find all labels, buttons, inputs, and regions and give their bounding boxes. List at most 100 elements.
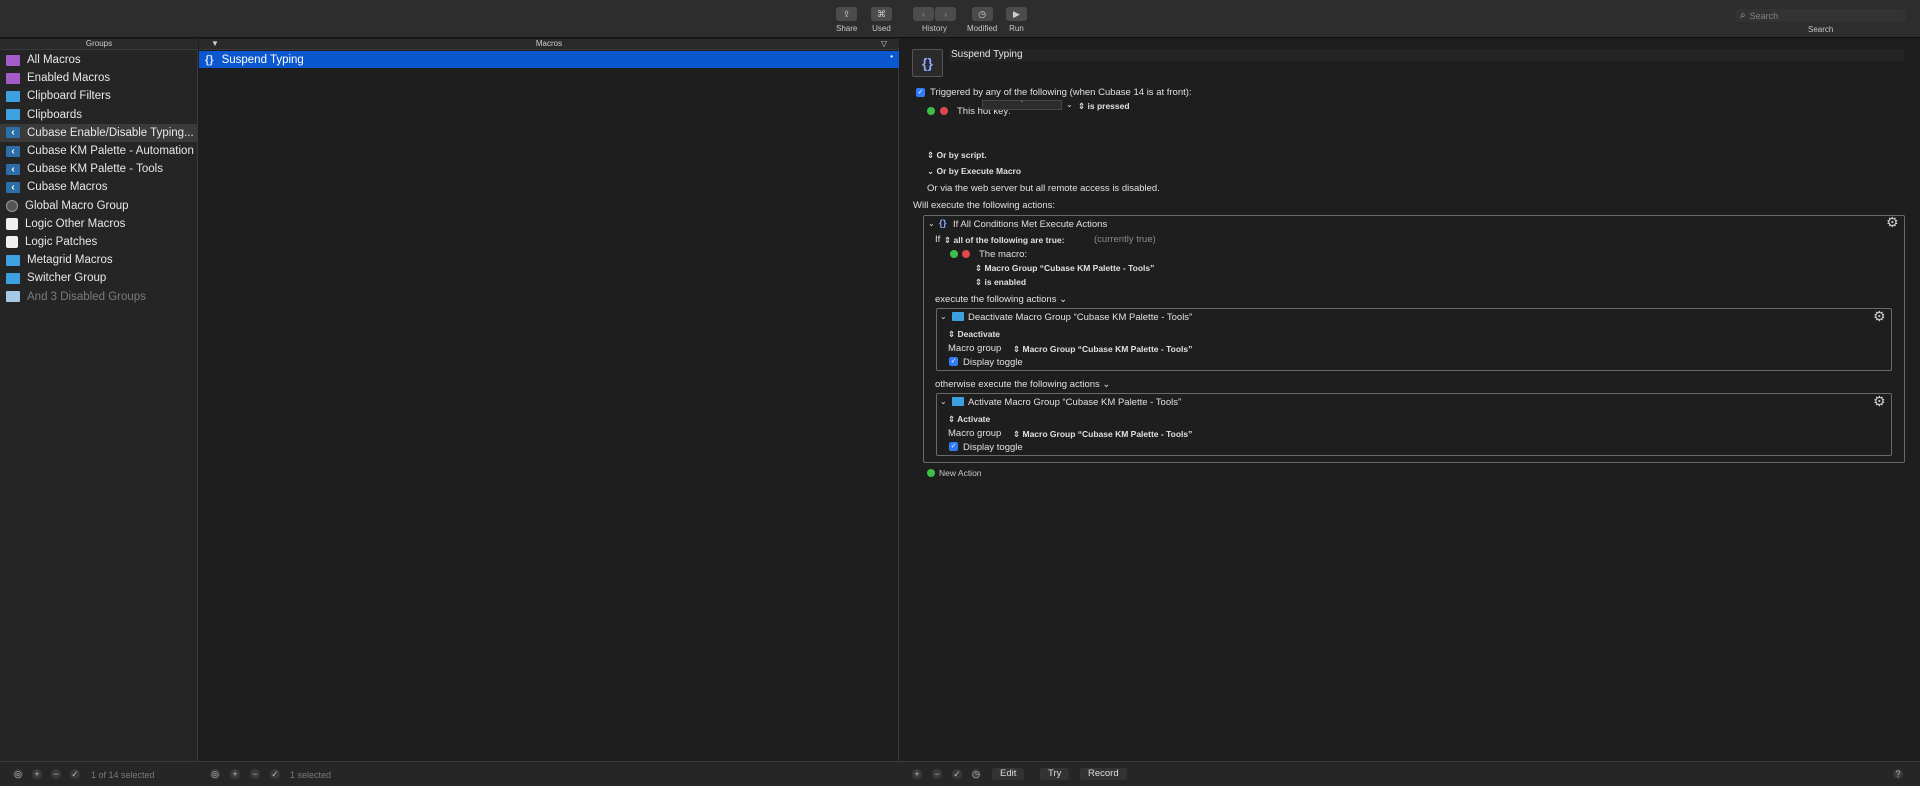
add-macro-icon[interactable]: + [230, 769, 240, 779]
group-item[interactable]: Global Macro Group [0, 197, 198, 215]
if-action-braces-icon: {} [939, 218, 947, 229]
folder-icon [952, 397, 964, 406]
trigger-checkbox[interactable]: ✓ [916, 88, 925, 97]
white-square-icon [6, 235, 18, 248]
edit-button[interactable]: Edit [992, 768, 1025, 780]
if-label: If [935, 234, 941, 245]
new-action-button[interactable]: New Action [939, 468, 982, 478]
back-arrow-icon[interactable]: ‹ [913, 7, 934, 21]
groups-status: 1 of 14 selected [91, 770, 155, 780]
play-icon: ▶ [1006, 7, 1027, 21]
palette-icon: ‹ [6, 163, 20, 175]
macro-group-value-select[interactable]: ⇕ Macro Group “Cubase KM Palette - Tools… [1013, 344, 1192, 355]
group-item[interactable]: Clipboards [0, 106, 198, 124]
macro-item-selected[interactable]: {} Suspend Typing • [199, 51, 899, 68]
will-execute-label: Will execute the following actions: [913, 200, 1056, 211]
web-server-note: Or via the web server but all remote acc… [927, 183, 1160, 194]
collapse-chevron-icon[interactable]: ⌄ [940, 312, 947, 321]
hotkey-field[interactable]: ` [982, 100, 1062, 110]
search-field[interactable]: ⌕ [1736, 9, 1906, 22]
macro-group-label: Macro group [948, 343, 1002, 354]
remove-trigger-icon[interactable] [940, 107, 948, 115]
globe-icon[interactable]: ◎ [210, 769, 220, 779]
group-item[interactable]: Metagrid Macros [0, 251, 198, 269]
display-toggle-label: Display toggle [963, 357, 1023, 368]
blue-folder-icon [6, 272, 20, 284]
used-label: Used [872, 24, 891, 33]
updown-icon: ⇕ [1013, 344, 1021, 354]
group-item[interactable]: Switcher Group [0, 269, 198, 287]
remove-group-icon[interactable]: − [51, 769, 61, 779]
used-button[interactable]: ⌘ Used [871, 7, 892, 33]
try-button[interactable]: Try [1040, 768, 1070, 780]
history-label: History [922, 24, 947, 33]
updown-icon: ⇕ [944, 235, 952, 245]
updown-icon: ⇕ [1013, 429, 1021, 439]
collapse-chevron-icon[interactable]: ⌄ [928, 219, 935, 228]
is-enabled-select[interactable]: ⇕ is enabled [975, 277, 1026, 288]
enable-action-icon[interactable]: ✓ [952, 769, 962, 779]
bottom-bar: ◎ + − ✓ 1 of 14 selected ◎ + − ✓ 1 selec… [0, 761, 1920, 786]
add-group-icon[interactable]: + [32, 769, 42, 779]
group-item-selected[interactable]: ‹ Cubase Enable/Disable Typing... [0, 123, 198, 142]
modified-button[interactable]: ◷ Modified [967, 7, 997, 33]
filter-icon[interactable]: ▽ [881, 39, 887, 49]
or-by-script-toggle[interactable]: ⇕ Or by script. [927, 150, 987, 161]
if-condition-select[interactable]: ⇕ all of the following are true: [944, 235, 1064, 246]
palette-icon: ‹ [6, 145, 20, 157]
execute-following-label[interactable]: execute the following actions ⌄ [935, 294, 1067, 305]
updown-icon: ⇕ [1078, 101, 1086, 111]
activate-select[interactable]: ⇕ Activate [948, 414, 990, 425]
macro-icon[interactable]: {} [912, 49, 943, 77]
group-item[interactable]: ‹ Cubase KM Palette - Automation [0, 142, 198, 160]
palette-icon: ‹ [6, 127, 20, 139]
group-item-disabled[interactable]: And 3 Disabled Groups [0, 287, 198, 305]
group-item[interactable]: Logic Other Macros [0, 215, 198, 233]
light-folder-icon [6, 291, 20, 303]
sort-triangle-icon[interactable]: ▼ [211, 39, 219, 49]
forward-arrow-icon[interactable]: › [935, 7, 956, 21]
display-toggle-checkbox[interactable]: ✓ [949, 442, 958, 451]
gear-icon[interactable]: ⚙ [1873, 309, 1886, 323]
search-input[interactable] [1749, 10, 1890, 21]
group-item[interactable]: Clipboard Filters [0, 87, 198, 105]
remove-action-icon[interactable]: − [932, 769, 942, 779]
chevron-down-icon: ⌄ [927, 166, 935, 176]
macro-name-field[interactable]: Suspend Typing [949, 49, 1904, 61]
enable-group-icon[interactable]: ✓ [70, 769, 80, 779]
hotkey-condition-select[interactable]: ⇕ is pressed [1078, 101, 1130, 112]
group-item[interactable]: All Macros [0, 51, 198, 69]
groups-column: Groups All Macros Enabled Macros Clipboa… [0, 39, 198, 761]
search-icon: ⌕ [1740, 10, 1746, 21]
activate-action-title: Activate Macro Group “Cubase KM Palette … [968, 397, 1182, 408]
group-item[interactable]: Enabled Macros [0, 69, 198, 87]
add-action-icon[interactable]: + [912, 769, 922, 779]
globe-icon[interactable]: ◎ [13, 769, 23, 779]
add-condition-icon[interactable] [950, 250, 958, 258]
remove-condition-icon[interactable] [962, 250, 970, 258]
group-item[interactable]: ‹ Cubase Macros [0, 178, 198, 196]
add-action-icon[interactable] [927, 469, 935, 477]
timer-icon[interactable]: ◷ [971, 769, 981, 779]
otherwise-execute-label[interactable]: otherwise execute the following actions … [935, 379, 1110, 390]
macro-group-select[interactable]: ⇕ Macro Group “Cubase KM Palette - Tools… [975, 263, 1154, 274]
remove-macro-icon[interactable]: − [250, 769, 260, 779]
enable-macro-icon[interactable]: ✓ [270, 769, 280, 779]
group-item[interactable]: Logic Patches [0, 233, 198, 251]
share-button[interactable]: ⇪ Share [836, 7, 857, 33]
add-trigger-icon[interactable] [927, 107, 935, 115]
chevron-down-icon[interactable]: ⌄ [1066, 100, 1073, 109]
help-button[interactable]: ? [1893, 769, 1903, 779]
gear-icon[interactable]: ⚙ [1873, 394, 1886, 408]
macro-group-value-select[interactable]: ⇕ Macro Group “Cubase KM Palette - Tools… [1013, 429, 1192, 440]
run-button[interactable]: ▶ Run [1006, 7, 1027, 33]
display-toggle-checkbox[interactable]: ✓ [949, 357, 958, 366]
group-item[interactable]: ‹ Cubase KM Palette - Tools [0, 160, 198, 178]
toolbar: ⇪ Share ⌘ Used ‹ › History ◷ Modified ▶ … [0, 0, 1920, 38]
deactivate-select[interactable]: ⇕ Deactivate [948, 329, 1000, 340]
gear-icon[interactable]: ⚙ [1886, 215, 1899, 229]
or-by-execute-toggle[interactable]: ⌄ Or by Execute Macro [927, 166, 1021, 177]
collapse-chevron-icon[interactable]: ⌄ [940, 397, 947, 406]
record-button[interactable]: Record [1080, 768, 1127, 780]
display-toggle-label: Display toggle [963, 442, 1023, 453]
